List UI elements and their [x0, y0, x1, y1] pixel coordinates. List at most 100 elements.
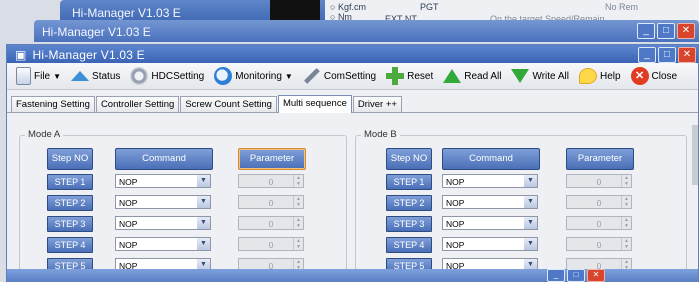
chevron-down-icon[interactable]: ▼ [524, 217, 537, 229]
command-select[interactable]: NOP ▼ [115, 195, 211, 209]
arrow-up-icon [443, 69, 462, 83]
command-select[interactable]: NOP ▼ [442, 216, 538, 230]
spinner-icon[interactable]: ▲ ▼ [621, 238, 631, 250]
parameter-header[interactable]: Parameter [566, 148, 634, 170]
maximize-button[interactable]: □ [657, 23, 675, 39]
tab-driver-plus[interactable]: Driver ++ [352, 96, 402, 112]
command-select[interactable]: NOP ▼ [442, 237, 538, 251]
step-no-header[interactable]: Step NO [47, 148, 93, 170]
tab-controller-setting[interactable]: Controller Setting [95, 96, 180, 112]
step-no-header[interactable]: Step NO [386, 148, 432, 170]
command-select[interactable]: NOP ▼ [115, 237, 211, 251]
chevron-down-icon[interactable]: ▼ [524, 196, 537, 208]
tab-fastening-setting[interactable]: Fastening Setting [11, 96, 95, 112]
write-all-button[interactable]: Write All [508, 69, 572, 83]
tab-multi-sequence[interactable]: Multi sequence [277, 95, 352, 113]
spinner-icon[interactable]: ▲ ▼ [621, 196, 631, 208]
read-all-button[interactable]: Read All [440, 69, 504, 83]
close-icon: ✕ [630, 67, 649, 85]
magnifier-icon [214, 67, 233, 85]
parameter-input[interactable]: 0 ▲ ▼ [238, 237, 304, 251]
chevron-down-icon[interactable]: ▼ [524, 175, 537, 187]
close-window-button[interactable]: ✕ [587, 269, 605, 282]
command-select[interactable]: NOP ▼ [442, 174, 538, 188]
monitoring-menu-button[interactable]: Monitoring ▼ [211, 67, 296, 85]
mode-a-group: Mode A Step NO Command Parameter STEP 1 N… [19, 129, 347, 277]
hdc-setting-button[interactable]: HDCSetting [127, 67, 207, 85]
command-value: NOP [446, 240, 465, 250]
step-button[interactable]: STEP 2 [386, 195, 432, 211]
tab-screw-count-setting[interactable]: Screw Count Setting [180, 96, 277, 112]
plus-icon [386, 67, 405, 85]
chevron-down-icon[interactable]: ▼ [197, 217, 210, 229]
step-button[interactable]: STEP 2 [47, 195, 93, 211]
mode-b-label: Mode B [361, 129, 400, 140]
command-select[interactable]: NOP ▼ [115, 174, 211, 188]
step-button[interactable]: STEP 4 [386, 237, 432, 253]
step-button[interactable]: STEP 1 [386, 174, 432, 190]
spinner-icon[interactable]: ▲ ▼ [293, 196, 303, 208]
app-icon: ▣ [15, 48, 27, 62]
parameter-value: 0 [268, 177, 274, 187]
window-title: Hi-Manager V1.03 E [32, 48, 145, 62]
scroll-edge [692, 125, 698, 185]
command-header[interactable]: Command [442, 148, 540, 170]
step-button[interactable]: STEP 3 [386, 216, 432, 232]
parameter-input[interactable]: 0 ▲ ▼ [566, 216, 632, 230]
unit-radio-kgfcm[interactable]: ○ Kgf.cm [330, 2, 366, 12]
command-value: NOP [446, 198, 465, 208]
com-setting-button[interactable]: ComSetting [300, 67, 379, 85]
command-select[interactable]: NOP ▼ [442, 195, 538, 209]
minimize-button[interactable]: _ [638, 47, 656, 63]
speech-bubble-icon [578, 68, 597, 84]
file-menu-button[interactable]: File ▼ [13, 67, 64, 85]
toolbar: File ▼ Status HDCSetting Monitoring ▼ ComS… [7, 63, 698, 90]
chevron-down-icon[interactable]: ▼ [197, 196, 210, 208]
spinner-icon[interactable]: ▲ ▼ [293, 238, 303, 250]
parameter-input[interactable]: 0 ▲ ▼ [238, 174, 304, 188]
command-value: NOP [119, 240, 138, 250]
reset-button[interactable]: Reset [383, 67, 436, 85]
chevron-down-icon[interactable]: ▼ [197, 175, 210, 187]
command-value: NOP [446, 177, 465, 187]
background-window-2: Hi-Manager V1.03 E _ □ ✕ [34, 20, 699, 42]
parameter-value: 0 [596, 198, 602, 208]
parameter-header[interactable]: Parameter [238, 148, 306, 170]
chevron-down-icon: ▼ [53, 71, 62, 81]
parameter-input[interactable]: 0 ▲ ▼ [238, 216, 304, 230]
background-window-3-title: Hi-Manager V1.03 E [72, 6, 181, 20]
status-button[interactable]: Status [68, 71, 123, 82]
step-button[interactable]: STEP 4 [47, 237, 93, 253]
parameter-input[interactable]: 0 ▲ ▼ [566, 174, 632, 188]
minimize-button[interactable]: _ [637, 23, 655, 39]
command-header[interactable]: Command [115, 148, 213, 170]
minimize-button[interactable]: _ [547, 269, 565, 282]
spinner-icon[interactable]: ▲ ▼ [293, 175, 303, 187]
step-button[interactable]: STEP 1 [47, 174, 93, 190]
background-window-2-title: Hi-Manager V1.03 E [42, 25, 151, 39]
chevron-down-icon[interactable]: ▼ [197, 238, 210, 250]
parameter-input[interactable]: 0 ▲ ▼ [566, 237, 632, 251]
close-button[interactable]: ✕ Close [628, 67, 681, 85]
spinner-icon[interactable]: ▲ ▼ [621, 175, 631, 187]
parameter-input[interactable]: 0 ▲ ▼ [566, 195, 632, 209]
parameter-value: 0 [268, 219, 274, 229]
command-value: NOP [119, 198, 138, 208]
help-button[interactable]: Help [576, 68, 624, 84]
chevron-down-icon[interactable]: ▼ [524, 238, 537, 250]
chevron-down-icon: ▼ [284, 71, 293, 81]
close-window-button[interactable]: ✕ [678, 47, 696, 63]
step-button[interactable]: STEP 3 [47, 216, 93, 232]
maximize-button[interactable]: □ [567, 269, 585, 282]
command-value: NOP [119, 219, 138, 229]
spinner-icon[interactable]: ▲ ▼ [293, 217, 303, 229]
maximize-button[interactable]: □ [658, 47, 676, 63]
mode-b-group: Mode B Step NO Command Parameter STEP 1 N… [355, 129, 687, 277]
parameter-value: 0 [268, 198, 274, 208]
command-select[interactable]: NOP ▼ [115, 216, 211, 230]
close-window-button[interactable]: ✕ [677, 23, 695, 39]
parameter-input[interactable]: 0 ▲ ▼ [238, 195, 304, 209]
spinner-icon[interactable]: ▲ ▼ [621, 217, 631, 229]
wrench-icon [302, 67, 321, 85]
home-icon [71, 71, 90, 81]
